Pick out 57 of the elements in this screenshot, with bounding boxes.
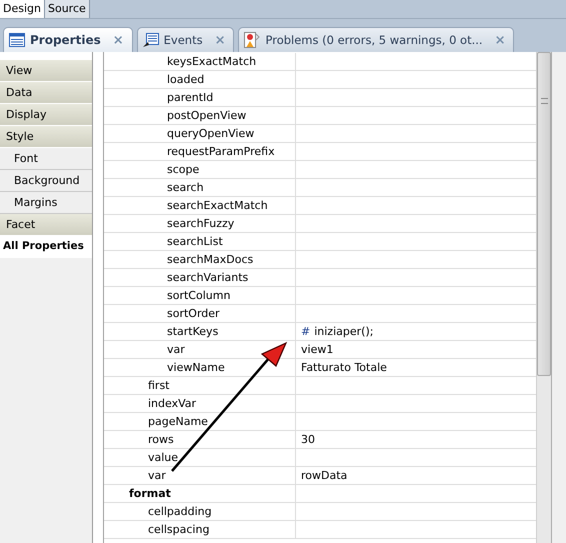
- property-name: startKeys: [104, 323, 296, 340]
- sidebar-item[interactable]: Style: [0, 126, 92, 148]
- property-name: search: [104, 179, 296, 196]
- property-name: searchList: [104, 233, 296, 250]
- value-text: rowData: [301, 468, 348, 484]
- scrollbar-thumb[interactable]: [537, 52, 551, 376]
- sidebar-item[interactable]: Data: [0, 82, 92, 104]
- sidebar-item[interactable]: View: [0, 60, 92, 82]
- value-text: 30: [301, 432, 315, 448]
- property-value[interactable]: # iniziaper();: [296, 323, 536, 340]
- vertical-scrollbar[interactable]: [536, 52, 552, 543]
- property-name: value: [104, 449, 296, 466]
- property-name: cellpadding: [104, 503, 296, 520]
- form-icon: [142, 32, 159, 48]
- property-name: indexVar: [104, 395, 296, 412]
- property-name: pageName: [104, 413, 296, 430]
- property-name: requestParamPrefix: [104, 143, 296, 160]
- tab-label: Events: [164, 33, 203, 47]
- editor-tab[interactable]: Design: [0, 0, 45, 18]
- property-name: scope: [104, 161, 296, 178]
- tab-label: Problems (0 errors, 5 warnings, 0 ot...: [265, 33, 483, 47]
- editor-tab[interactable]: Source: [44, 0, 90, 18]
- problems-icon: [244, 32, 260, 48]
- property-name: searchMaxDocs: [104, 251, 296, 268]
- property-name: parentId: [104, 89, 296, 106]
- property-name: queryOpenView: [104, 125, 296, 142]
- table-icon: [9, 33, 25, 47]
- property-name: postOpenView: [104, 107, 296, 124]
- view-tab[interactable]: Properties ×: [3, 27, 133, 52]
- sidebar-item[interactable]: Margins: [0, 192, 92, 214]
- property-name: var: [104, 467, 296, 484]
- property-value[interactable]: Fatturato Totale: [296, 359, 536, 376]
- view-tab[interactable]: Problems (0 errors, 5 warnings, 0 ot... ×: [238, 27, 514, 52]
- property-name: searchFuzzy: [104, 215, 296, 232]
- property-value[interactable]: view1: [296, 341, 536, 358]
- property-name: sortOrder: [104, 305, 296, 322]
- property-value[interactable]: 30: [296, 431, 536, 448]
- property-name: loaded: [104, 71, 296, 88]
- sidebar-item[interactable]: Facet: [0, 214, 92, 236]
- sidebar-item[interactable]: Font: [0, 148, 92, 170]
- sidebar-item[interactable]: Display: [0, 104, 92, 126]
- value-text: Fatturato Totale: [301, 360, 387, 376]
- view-tab[interactable]: Events ×: [136, 27, 234, 52]
- value-text: view1: [301, 342, 334, 358]
- property-value[interactable]: rowData: [296, 467, 536, 484]
- property-name: sortColumn: [104, 287, 296, 304]
- property-name: first: [104, 377, 296, 394]
- property-name: rows: [104, 431, 296, 448]
- value-text: iniziaper();: [314, 324, 374, 340]
- property-name: keysExactMatch: [104, 53, 296, 70]
- property-name: searchVariants: [104, 269, 296, 286]
- sidebar-item[interactable]: Background: [0, 170, 92, 192]
- tab-label: Properties: [30, 33, 101, 47]
- property-name: searchExactMatch: [104, 197, 296, 214]
- computed-marker: #: [301, 324, 310, 340]
- property-name: format: [104, 485, 296, 502]
- property-name: cellspacing: [104, 521, 296, 538]
